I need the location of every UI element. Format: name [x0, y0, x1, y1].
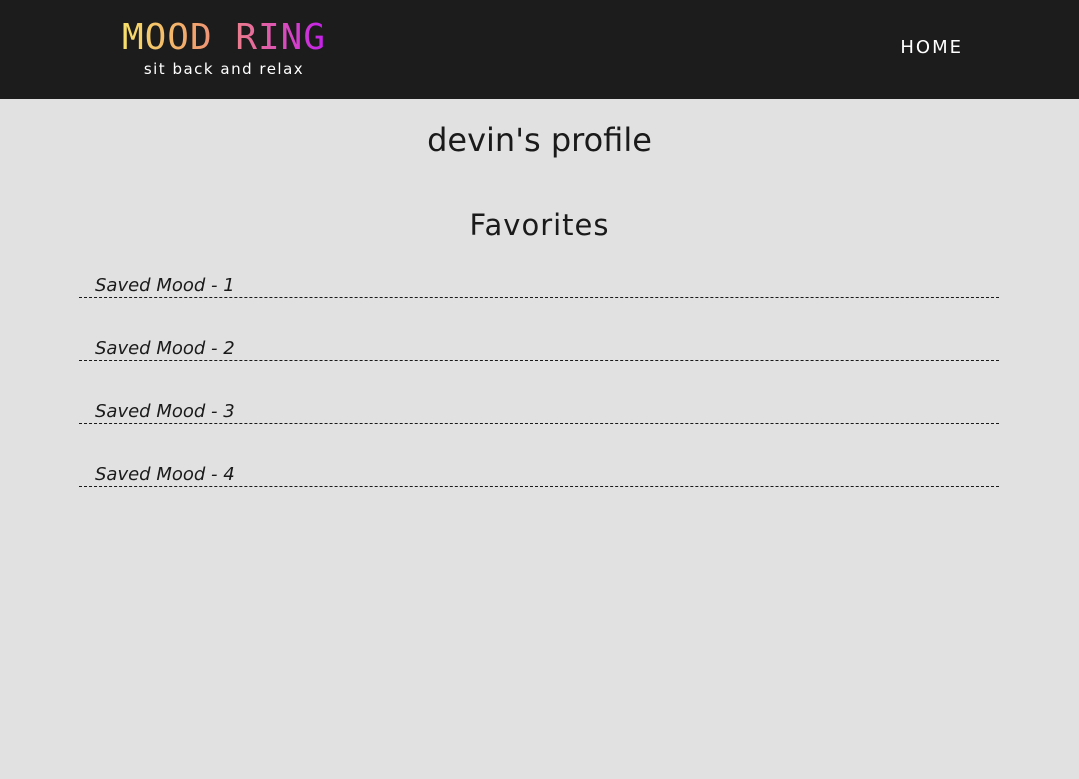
brand-title: MOOD RING — [119, 18, 329, 58]
brand-tagline: sit back and relax — [143, 60, 305, 78]
favorites-list: Saved Mood - 1 Saved Mood - 2 Saved Mood… — [79, 262, 999, 514]
favorite-item[interactable]: Saved Mood - 3 — [79, 388, 999, 424]
nav-home-link[interactable]: HOME — [900, 37, 963, 59]
page-title: devin's profile — [427, 121, 652, 159]
favorite-item-label: Saved Mood - 4 — [95, 464, 235, 485]
favorite-item-label: Saved Mood - 2 — [95, 338, 235, 359]
top-navigation-bar: MOOD RING sit back and relax HOME — [0, 0, 1079, 99]
favorite-item[interactable]: Saved Mood - 2 — [79, 325, 999, 361]
favorite-item-label: Saved Mood - 1 — [95, 275, 235, 296]
favorite-item-label: Saved Mood - 3 — [95, 401, 235, 422]
favorite-item[interactable]: Saved Mood - 1 — [79, 262, 999, 298]
favorites-heading: Favorites — [469, 208, 610, 242]
favorite-item[interactable]: Saved Mood - 4 — [79, 451, 999, 487]
brand-logo[interactable]: MOOD RING sit back and relax — [119, 18, 329, 79]
